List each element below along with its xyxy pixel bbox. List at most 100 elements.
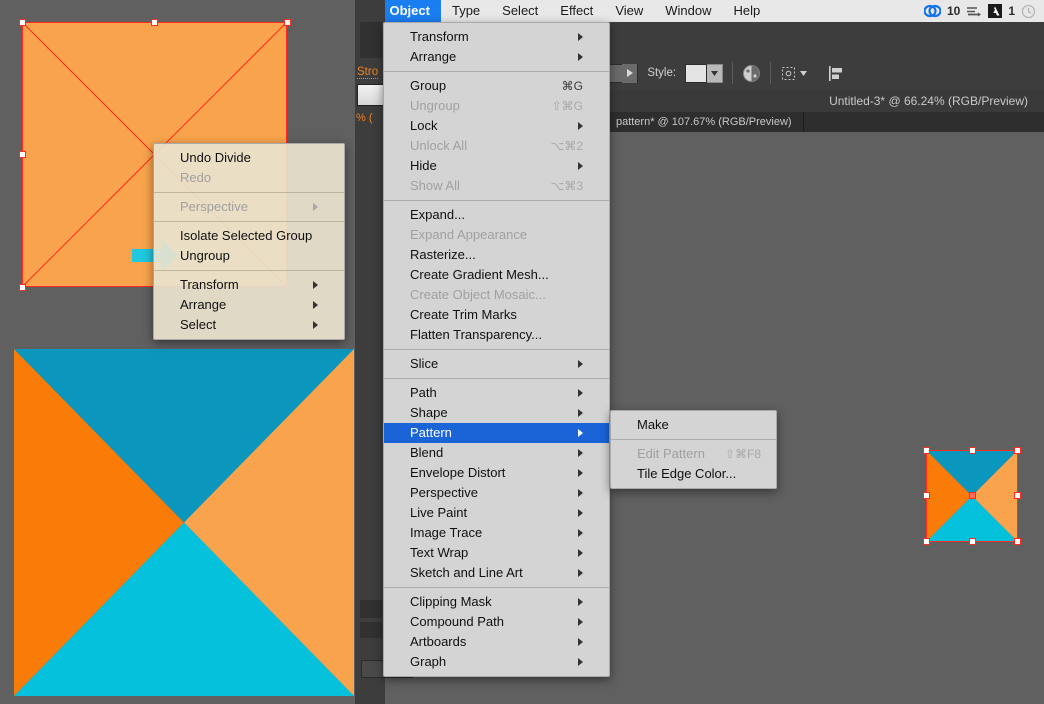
object-menu-item-flatten-transparency[interactable]: Flatten Transparency...: [384, 325, 609, 345]
object-menu-item-expand[interactable]: Expand...: [384, 205, 609, 225]
menu-item-label: Rasterize...: [410, 247, 476, 262]
menubar-status-tray: 10 1: [923, 4, 1044, 19]
style-label: Style:: [647, 67, 677, 79]
object-menu-item-transform[interactable]: Transform: [384, 27, 609, 47]
menu-separator: [154, 270, 344, 271]
submenu-arrow-icon: [578, 122, 583, 130]
object-menu-item-artboards[interactable]: Artboards: [384, 632, 609, 652]
object-menu-item-clipping-mask[interactable]: Clipping Mask: [384, 592, 609, 612]
menu-item-select[interactable]: Select: [491, 0, 549, 22]
submenu-arrow-icon: [313, 203, 318, 211]
recolor-artwork-icon[interactable]: [742, 64, 761, 83]
menu-item-object[interactable]: Object: [378, 0, 441, 22]
menu-item-type[interactable]: Type: [441, 0, 491, 22]
object-menu-item-blend[interactable]: Blend: [384, 443, 609, 463]
menu-item-window[interactable]: Window: [654, 0, 722, 22]
align-panel-icon[interactable]: [828, 65, 844, 82]
submenu-arrow-icon: [578, 389, 583, 397]
creative-cloud-icon[interactable]: [923, 4, 941, 18]
artboard-pattern-artwork[interactable]: [14, 349, 354, 696]
opacity-flyout-icon[interactable]: [622, 63, 638, 83]
chevron-down-icon[interactable]: [707, 63, 724, 83]
menu-item-view[interactable]: View: [604, 0, 654, 22]
pattern-menu-item-tile-edge-color[interactable]: Tile Edge Color...: [611, 464, 776, 484]
context-menu-item-arrange[interactable]: Arrange: [154, 295, 344, 315]
chevron-down-icon[interactable]: [800, 70, 808, 76]
menu-item-label: Create Object Mosaic...: [410, 287, 546, 302]
object-menu-item-graph[interactable]: Graph: [384, 652, 609, 672]
submenu-arrow-icon: [578, 409, 583, 417]
menu-item-label: Text Wrap: [410, 545, 469, 560]
transform-panel-button[interactable]: [780, 65, 808, 82]
adobe-logo-icon[interactable]: [988, 4, 1003, 18]
object-menu-item-shape[interactable]: Shape: [384, 403, 609, 423]
object-menu-item-expand-appearance: Expand Appearance: [384, 225, 609, 245]
history-clock-icon[interactable]: [1021, 4, 1036, 19]
menu-item-label: Arrange: [410, 49, 457, 64]
document-tab-pattern[interactable]: × pattern* @ 107.67% (RGB/Preview): [591, 112, 804, 132]
sync-export-icon[interactable]: [966, 4, 982, 18]
submenu-arrow-icon: [578, 658, 583, 666]
document-tab-label: pattern* @ 107.67% (RGB/Preview): [615, 116, 792, 128]
object-menu-item-rasterize[interactable]: Rasterize...: [384, 245, 609, 265]
menu-item-label: Graph: [410, 654, 447, 669]
submenu-arrow-icon: [578, 429, 583, 437]
menu-item-label: Ungroup: [410, 98, 460, 113]
submenu-arrow-icon: [578, 469, 583, 477]
context-menu-item-select[interactable]: Select: [154, 315, 344, 335]
divider: [732, 62, 734, 84]
style-swatch[interactable]: [685, 63, 708, 83]
object-menu-item-path[interactable]: Path: [384, 383, 609, 403]
menu-separator: [384, 587, 609, 588]
menu-item-label: Select: [180, 317, 217, 332]
object-menu-item-sketch-and-line-art[interactable]: Sketch and Line Art: [384, 563, 609, 583]
menu-item-label: Path: [410, 385, 437, 400]
menu-item-label: Undo Divide: [180, 150, 251, 165]
menu-item-label: Envelope Distort: [410, 465, 506, 480]
submenu-arrow-icon: [578, 569, 583, 577]
transform-icon: [782, 66, 796, 80]
menu-item-label: Unlock All: [410, 138, 468, 153]
object-menu-item-arrange[interactable]: Arrange: [384, 47, 609, 67]
canvas-context-menu[interactable]: Undo Divide Redo Perspective Isolate Select…: [153, 143, 345, 340]
context-menu-item-perspective: Perspective: [154, 197, 344, 217]
menu-item-label: Redo: [180, 170, 212, 185]
object-menu-item-slice[interactable]: Slice: [384, 354, 609, 374]
submenu-arrow-icon: [578, 529, 583, 537]
menu-item-label: Isolate Selected Group: [180, 228, 313, 243]
menu-item-label: Transform: [180, 277, 239, 292]
pattern-submenu[interactable]: Make Edit Pattern ⇧⌘F8 Tile Edge Color...: [610, 410, 777, 489]
pattern-menu-item-make[interactable]: Make: [611, 415, 776, 435]
submenu-arrow-icon: [313, 301, 318, 309]
context-menu-item-ungroup[interactable]: Ungroup: [154, 246, 344, 266]
object-menu-item-image-trace[interactable]: Image Trace: [384, 523, 609, 543]
object-menu-item-create-trim-marks[interactable]: Create Trim Marks: [384, 305, 609, 325]
menu-separator: [154, 192, 344, 193]
object-menu-item-envelope-distort[interactable]: Envelope Distort: [384, 463, 609, 483]
object-menu-item-live-paint[interactable]: Live Paint: [384, 503, 609, 523]
object-menu-item-group[interactable]: Group ⌘G: [384, 76, 609, 96]
context-menu-item-undo-divide[interactable]: Undo Divide: [154, 148, 344, 168]
menu-separator: [384, 71, 609, 72]
object-menu-item-hide[interactable]: Hide: [384, 156, 609, 176]
object-menu-item-text-wrap[interactable]: Text Wrap: [384, 543, 609, 563]
object-menu-item-show-all: Show All ⌥⌘3: [384, 176, 609, 196]
style-select[interactable]: [685, 63, 724, 83]
menu-item-shortcut: ⌥⌘3: [550, 179, 583, 193]
menu-item-help[interactable]: Help: [723, 0, 772, 22]
object-menu-item-create-gradient-mesh[interactable]: Create Gradient Mesh...: [384, 265, 609, 285]
context-menu-item-isolate-selected-group[interactable]: Isolate Selected Group: [154, 226, 344, 246]
menu-item-effect[interactable]: Effect: [549, 0, 604, 22]
menu-item-label: Create Gradient Mesh...: [410, 267, 549, 282]
object-menu-item-ungroup: Ungroup ⇧⌘G: [384, 96, 609, 116]
context-menu-item-transform[interactable]: Transform: [154, 275, 344, 295]
object-menu-item-lock[interactable]: Lock: [384, 116, 609, 136]
center-anchor-point[interactable]: [968, 492, 976, 499]
menu-item-label: Group: [410, 78, 447, 93]
object-menu-item-compound-path[interactable]: Compound Path: [384, 612, 609, 632]
object-menu-item-perspective[interactable]: Perspective: [384, 483, 609, 503]
object-menu-item-pattern[interactable]: Pattern: [384, 423, 609, 443]
menu-item-label: Pattern: [410, 425, 452, 440]
adobe-count: 1: [1008, 4, 1015, 18]
object-dropdown-menu[interactable]: Transform Arrange Group ⌘G Ungroup ⇧⌘G Lock Unl…: [383, 22, 610, 677]
